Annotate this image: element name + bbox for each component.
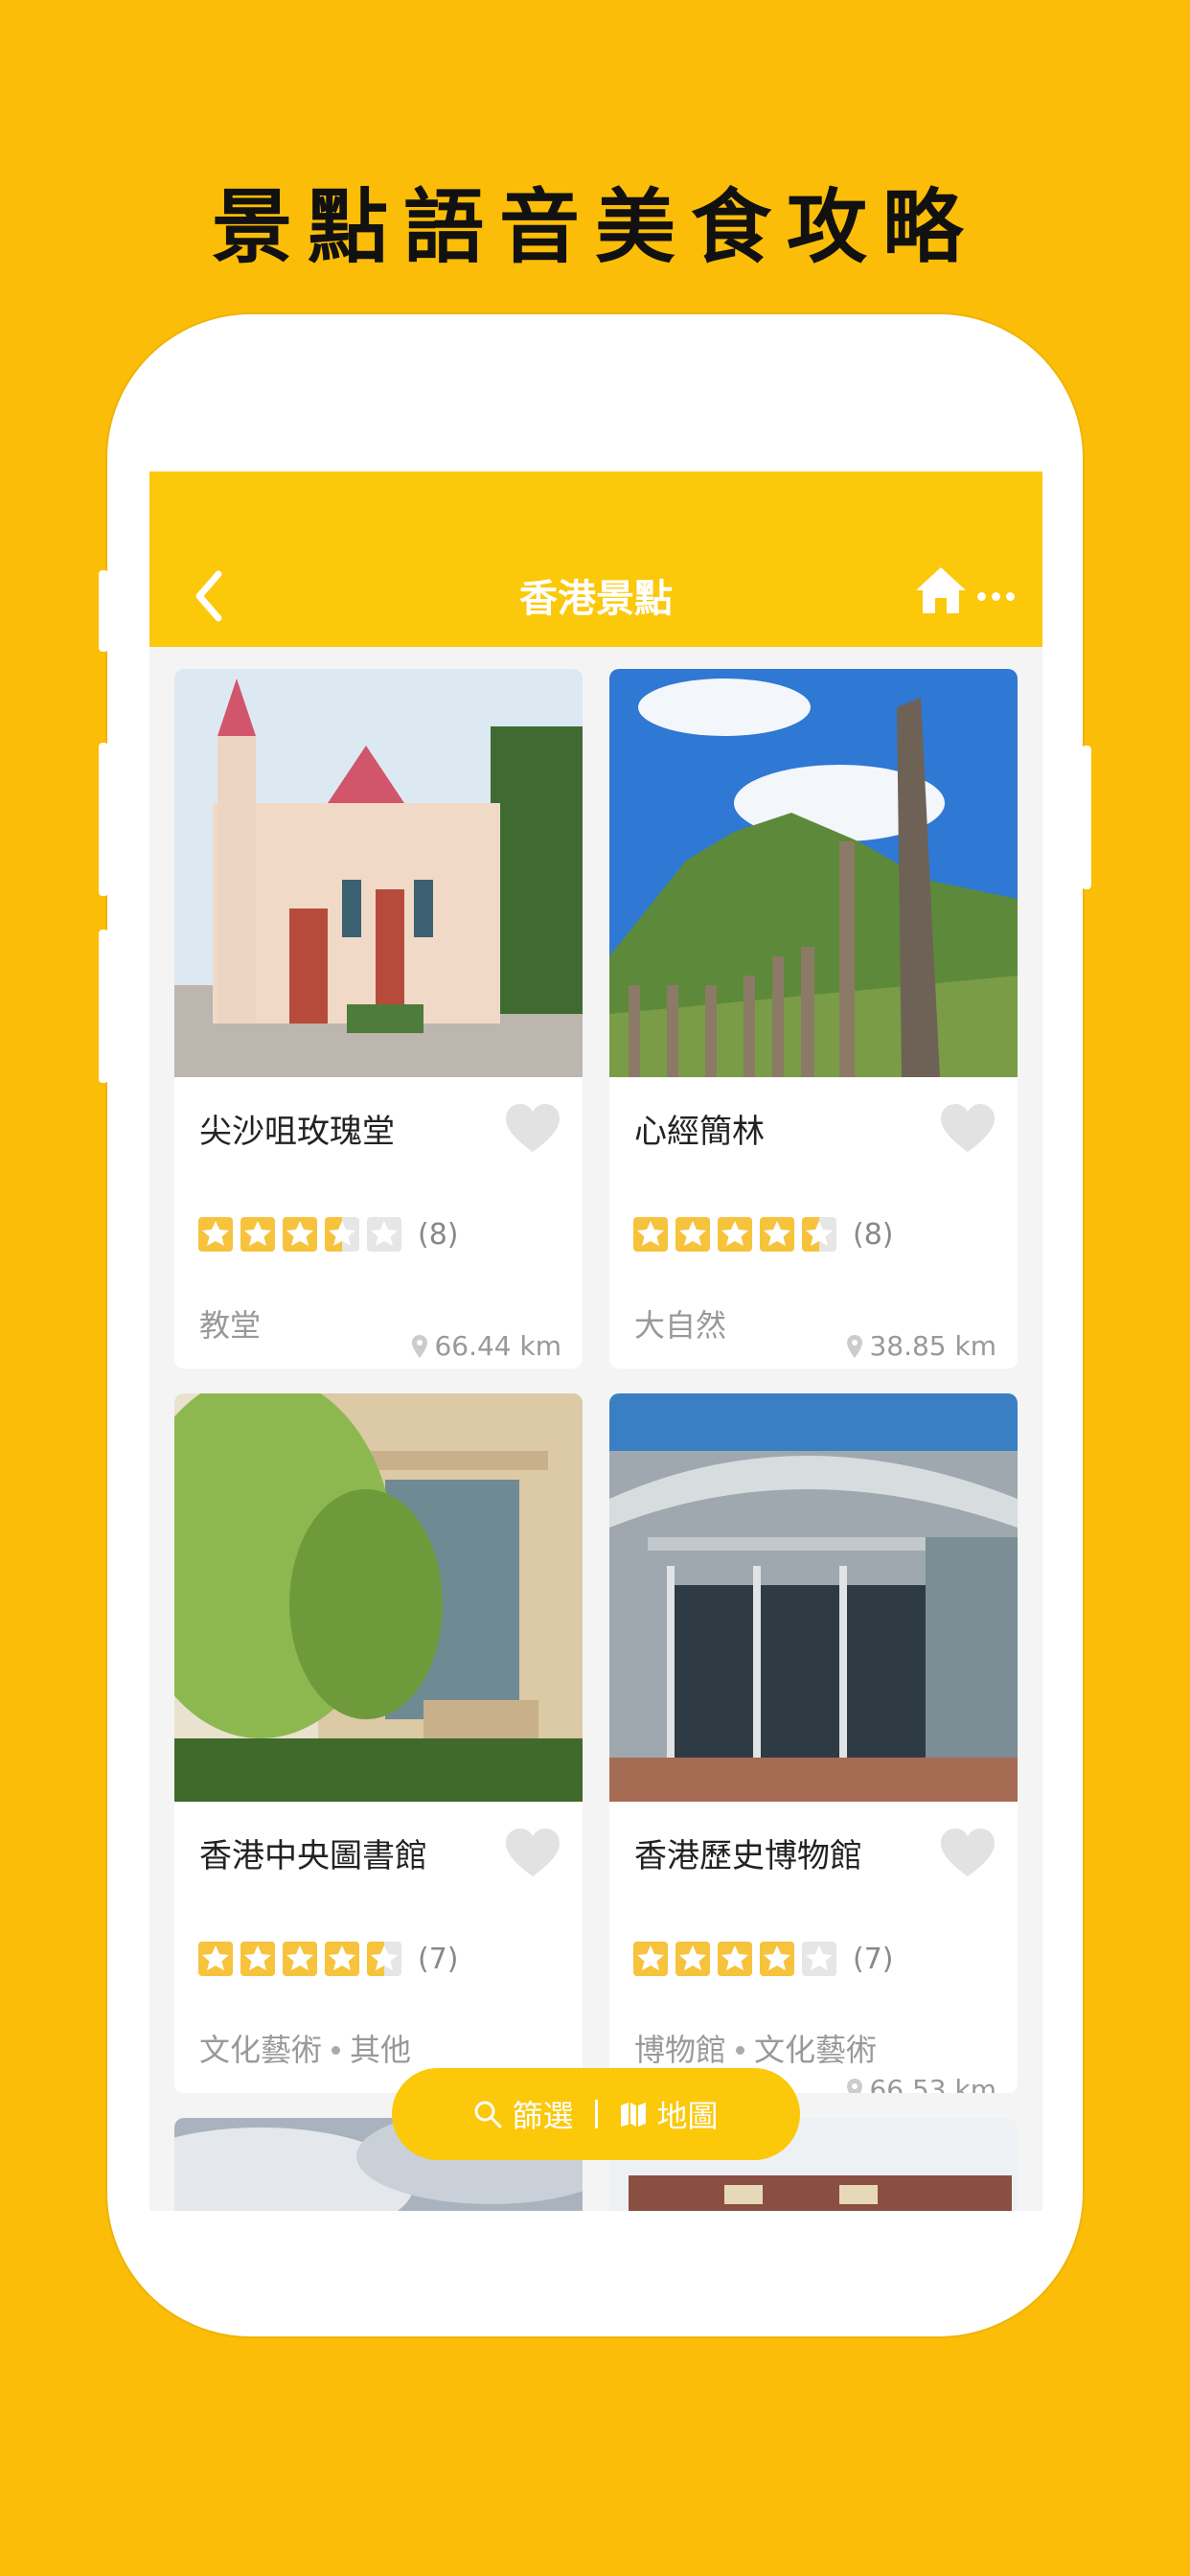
attraction-photo <box>609 669 1018 1077</box>
attraction-card[interactable]: 香港歷史博物館 (7) 博物館 文化藝術 66.53 km <box>609 1393 1018 2093</box>
phone-side-button <box>99 743 108 896</box>
category-label: 教堂 <box>199 1307 262 1344</box>
star-icon <box>802 1942 836 1976</box>
star-icon <box>675 1217 710 1252</box>
star-icon <box>675 1942 710 1976</box>
app-bar: 香港景點 <box>149 472 1042 647</box>
star-icon <box>283 1942 317 1976</box>
star-icon <box>325 1942 359 1976</box>
attraction-category: 大自然 <box>634 1301 726 1346</box>
category-label: 文化藝術 <box>199 2032 323 2068</box>
rating-stars: (8) <box>632 1215 894 1254</box>
review-count: (7) <box>418 1942 459 1976</box>
attraction-name: 心經簡林 <box>634 1113 765 1151</box>
star-icon <box>325 1217 359 1252</box>
star-icon <box>367 1942 401 1976</box>
attraction-photo <box>609 1393 1018 1802</box>
attraction-photo <box>174 669 583 1077</box>
map-button[interactable]: 地圖 <box>657 2092 719 2136</box>
category-label: 其他 <box>350 2032 412 2068</box>
attraction-card[interactable]: 尖沙咀玫瑰堂 (8) 教堂 66.44 km <box>174 669 583 1368</box>
attraction-name: 香港歷史博物館 <box>634 1837 862 1875</box>
rating-stars: (7) <box>197 1940 459 1978</box>
rating-stars: (7) <box>632 1940 894 1978</box>
heart-icon[interactable] <box>504 1102 561 1156</box>
distance-label: 66.53 km <box>869 2074 996 2093</box>
location-pin-icon <box>412 1335 428 1358</box>
rating-stars: (8) <box>197 1215 459 1254</box>
attraction-card[interactable]: 心經簡林 (8) 大自然 38.85 km <box>609 669 1018 1368</box>
attraction-name: 尖沙咀玫瑰堂 <box>199 1113 395 1151</box>
review-count: (8) <box>418 1217 459 1252</box>
attraction-card[interactable]: 香港中央圖書館 (7) 文化藝術 其他 <box>174 1393 583 2093</box>
star-icon <box>367 1217 401 1252</box>
category-label: 文化藝術 <box>754 2032 878 2068</box>
distance-label: 38.85 km <box>869 1330 996 1362</box>
phone-side-button <box>99 570 108 652</box>
star-icon <box>240 1942 275 1976</box>
star-icon <box>283 1217 317 1252</box>
location-pin-icon <box>847 1335 863 1358</box>
heart-icon[interactable] <box>939 1102 996 1156</box>
review-count: (7) <box>853 1942 894 1976</box>
map-icon[interactable] <box>619 2100 648 2128</box>
star-icon <box>718 1942 752 1976</box>
star-icon <box>760 1217 794 1252</box>
distance-label: 66.44 km <box>434 1330 561 1362</box>
search-icon[interactable] <box>473 2100 502 2128</box>
star-icon <box>198 1942 233 1976</box>
filter-button[interactable]: 篩選 <box>512 2092 573 2136</box>
app-screen: 香港景點 尖沙咀玫瑰堂 (8) 教堂 66.44 km 心經簡林 (8) 大自然… <box>149 472 1042 2211</box>
attraction-name: 香港中央圖書館 <box>199 1837 427 1875</box>
attraction-category: 教堂 <box>199 1301 261 1346</box>
star-icon <box>802 1217 836 1252</box>
filter-map-bar: 篩選 地圖 <box>392 2068 800 2160</box>
attraction-category: 文化藝術 其他 <box>199 2026 411 2070</box>
promo-title: 景點語音美食攻略 <box>211 180 978 274</box>
star-icon <box>633 1942 668 1976</box>
heart-icon[interactable] <box>939 1827 996 1880</box>
star-icon <box>198 1217 233 1252</box>
star-icon <box>718 1217 752 1252</box>
heart-icon[interactable] <box>504 1827 561 1880</box>
phone-side-button <box>99 930 108 1083</box>
attraction-category: 博物館 文化藝術 <box>634 2026 877 2070</box>
distance: 38.85 km <box>846 1330 996 1362</box>
page-title: 香港景點 <box>519 577 673 621</box>
distance: 66.53 km <box>846 2074 996 2093</box>
star-icon <box>633 1217 668 1252</box>
distance: 66.44 km <box>411 1330 561 1362</box>
more-options-icon[interactable] <box>977 586 1031 601</box>
location-pin-icon <box>847 2079 863 2093</box>
separator-dot <box>332 2045 341 2055</box>
attraction-photo <box>174 1393 583 1802</box>
separator-dot <box>736 2045 745 2055</box>
category-label: 大自然 <box>634 1307 727 1344</box>
star-icon <box>240 1217 275 1252</box>
phone-side-button <box>1082 746 1091 889</box>
review-count: (8) <box>853 1217 894 1252</box>
category-label: 博物館 <box>634 2032 727 2068</box>
star-icon <box>760 1942 794 1976</box>
divider <box>594 2100 598 2128</box>
home-icon[interactable] <box>914 564 968 617</box>
